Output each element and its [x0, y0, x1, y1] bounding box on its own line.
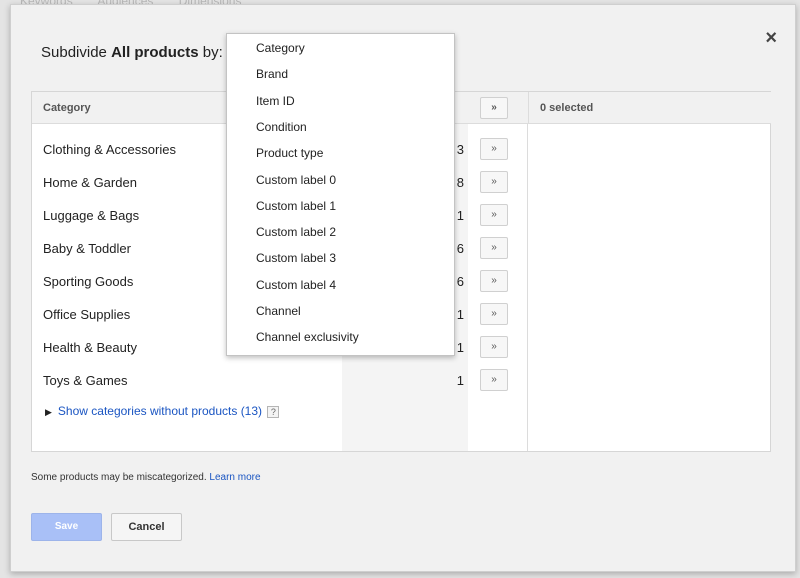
dropdown-option[interactable]: Custom label 2 [227, 219, 454, 245]
title-subject: All products [111, 44, 199, 61]
category-name: Clothing & Accessories [43, 142, 176, 157]
dropdown-option[interactable]: Custom label 3 [227, 245, 454, 271]
show-empty-categories-link[interactable]: ▶ Show categories without products (13) ? [45, 404, 280, 418]
save-button[interactable]: Save [31, 513, 102, 541]
show-empty-categories-label: Show categories without products (13) [57, 404, 263, 418]
add-category-button[interactable]: » [480, 204, 508, 226]
dropdown-option[interactable]: Custom label 0 [227, 167, 454, 193]
category-name: Baby & Toddler [43, 241, 131, 256]
category-name: Health & Beauty [43, 340, 137, 355]
dropdown-option[interactable]: Brand [227, 61, 454, 87]
dropdown-option[interactable]: Product type [227, 140, 454, 166]
cancel-button[interactable]: Cancel [111, 513, 182, 541]
category-name: Home & Garden [43, 175, 137, 190]
footnote: Some products may be miscategorized. Lea… [31, 472, 261, 483]
product-count: 1 [456, 208, 464, 223]
product-count: 8 [456, 175, 464, 190]
add-category-button[interactable]: » [480, 336, 508, 358]
dropdown-option[interactable]: Condition [227, 114, 454, 140]
add-all-header: » [468, 92, 528, 124]
title-prefix: Subdivide [41, 44, 112, 61]
dropdown-option[interactable]: Channel exclusivity [227, 324, 454, 350]
product-count: 1 [456, 307, 464, 322]
add-category-button[interactable]: » [480, 270, 508, 292]
add-category-button[interactable]: » [480, 369, 508, 391]
footnote-text: Some products may be miscategorized. [31, 472, 210, 483]
dropdown-option[interactable]: Custom label 4 [227, 272, 454, 298]
add-category-button[interactable]: » [480, 171, 508, 193]
dropdown-option[interactable]: Channel [227, 298, 454, 324]
product-count: 1 [456, 340, 464, 355]
add-category-button[interactable]: » [480, 138, 508, 160]
title-suffix: by: [198, 44, 223, 61]
category-name: Luggage & Bags [43, 208, 140, 223]
dropdown-option[interactable]: Category [227, 35, 454, 61]
category-name: Sporting Goods [43, 274, 134, 289]
category-name: Office Supplies [43, 307, 131, 322]
product-count: 6 [456, 274, 464, 289]
add-category-button[interactable]: » [480, 303, 508, 325]
dropdown-option[interactable]: Custom label 1 [227, 193, 454, 219]
subdivide-by-dropdown: Category Brand Item ID Condition Product typ… [226, 33, 455, 356]
add-all-button[interactable]: » [480, 97, 508, 119]
expand-triangle-icon: ▶ [45, 407, 52, 417]
dialog-title: Subdivide All products by: [41, 44, 223, 61]
table-row: Toys & Games 1 » [32, 364, 528, 397]
learn-more-link[interactable]: Learn more [209, 472, 260, 483]
help-icon[interactable]: ? [267, 405, 280, 418]
selected-count: 0 selected [528, 92, 771, 124]
dropdown-option[interactable]: Item ID [227, 88, 454, 114]
close-icon[interactable]: × [765, 28, 777, 48]
product-count: 1 [456, 373, 464, 388]
add-category-button[interactable]: » [480, 237, 508, 259]
product-count: 3 [456, 142, 464, 157]
product-count: 6 [456, 241, 464, 256]
category-name: Toys & Games [43, 373, 128, 388]
